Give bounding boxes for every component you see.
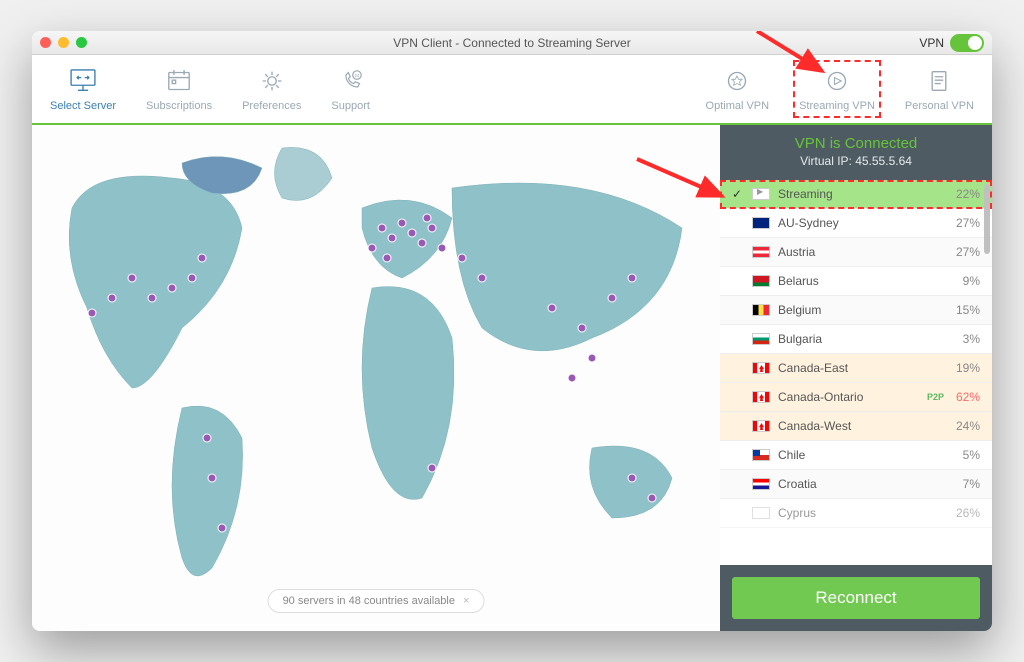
- server-count-text: 90 servers in 48 countries available: [283, 595, 455, 607]
- world-map[interactable]: 90 servers in 48 countries available ×: [32, 125, 720, 631]
- server-load: 15%: [956, 303, 980, 317]
- server-load: 19%: [956, 361, 980, 375]
- server-row[interactable]: Croatia 7%: [720, 470, 992, 499]
- server-name: Canada-Ontario: [778, 390, 919, 404]
- star-badge-icon: [720, 66, 754, 96]
- connection-status: VPN is Connected: [732, 135, 980, 152]
- server-name: Belgium: [778, 303, 948, 317]
- window-title: VPN Client - Connected to Streaming Serv…: [32, 36, 992, 50]
- server-load: 7%: [963, 477, 980, 491]
- check-icon: ✓: [730, 187, 744, 201]
- monitor-icon: [66, 66, 100, 96]
- optimal-vpn-tab[interactable]: Optimal VPN: [706, 66, 770, 112]
- flag-icon: [752, 391, 770, 403]
- streaming-vpn-tab[interactable]: Streaming VPN: [799, 66, 875, 112]
- server-row[interactable]: Canada-West 24%: [720, 412, 992, 441]
- subscriptions-label: Subscriptions: [146, 100, 212, 112]
- personal-vpn-label: Personal VPN: [905, 100, 974, 112]
- server-row[interactable]: Austria 27%: [720, 238, 992, 267]
- server-name: AU-Sydney: [778, 216, 948, 230]
- world-map-svg: [32, 125, 720, 631]
- server-load: 9%: [963, 274, 980, 288]
- vpn-toggle-label: VPN: [919, 36, 944, 50]
- scrollbar[interactable]: [984, 184, 990, 254]
- server-load: 5%: [963, 448, 980, 462]
- virtual-ip: Virtual IP: 45.55.5.64: [732, 154, 980, 168]
- main-body: 90 servers in 48 countries available × V…: [32, 125, 992, 631]
- server-load: 62%: [956, 390, 980, 404]
- fullscreen-window-button[interactable]: [76, 37, 87, 48]
- server-row[interactable]: Chile 5%: [720, 441, 992, 470]
- support-tab[interactable]: 24 Support: [331, 66, 370, 112]
- vpn-master-toggle[interactable]: VPN: [919, 34, 984, 52]
- flag-icon: [752, 449, 770, 461]
- titlebar: VPN Client - Connected to Streaming Serv…: [32, 31, 992, 55]
- toolbar: Select Server Subscriptions Preferences …: [32, 55, 992, 125]
- preferences-label: Preferences: [242, 100, 301, 112]
- flag-icon: [752, 275, 770, 287]
- server-count-pill: 90 servers in 48 countries available ×: [268, 589, 485, 613]
- flag-icon: [752, 478, 770, 490]
- server-load: 24%: [956, 419, 980, 433]
- gear-icon: [255, 66, 289, 96]
- calendar-icon: [162, 66, 196, 96]
- server-name: Cyprus: [778, 506, 948, 520]
- server-row[interactable]: Bulgaria 3%: [720, 325, 992, 354]
- phone-icon: 24: [334, 66, 368, 96]
- server-row[interactable]: Belgium 15%: [720, 296, 992, 325]
- server-name: Canada-West: [778, 419, 948, 433]
- reconnect-button[interactable]: Reconnect: [732, 577, 980, 619]
- optimal-vpn-label: Optimal VPN: [706, 100, 770, 112]
- minimize-window-button[interactable]: [58, 37, 69, 48]
- server-name: Belarus: [778, 274, 955, 288]
- select-server-label: Select Server: [50, 100, 116, 112]
- connection-status-header: VPN is Connected Virtual IP: 45.55.5.64: [720, 125, 992, 180]
- server-row[interactable]: Canada-Ontario P2P 62%: [720, 383, 992, 412]
- close-window-button[interactable]: [40, 37, 51, 48]
- flag-icon: [752, 420, 770, 432]
- server-list[interactable]: ✓ Streaming 22% AU-Sydney 27% Austria 27…: [720, 180, 992, 565]
- server-name: Austria: [778, 245, 948, 259]
- server-row[interactable]: Canada-East 19%: [720, 354, 992, 383]
- close-pill-button[interactable]: ×: [463, 595, 469, 607]
- server-name: Croatia: [778, 477, 955, 491]
- server-sidebar: VPN is Connected Virtual IP: 45.55.5.64 …: [720, 125, 992, 631]
- flag-icon: [752, 304, 770, 316]
- p2p-badge: P2P: [927, 392, 944, 402]
- select-server-tab[interactable]: Select Server: [50, 66, 116, 112]
- server-load: 26%: [956, 506, 980, 520]
- support-label: Support: [331, 100, 370, 112]
- app-window: VPN Client - Connected to Streaming Serv…: [32, 31, 992, 631]
- flag-icon: [752, 333, 770, 345]
- flag-icon: [752, 217, 770, 229]
- flag-icon: [752, 507, 770, 519]
- server-load: 27%: [956, 216, 980, 230]
- server-name: Chile: [778, 448, 955, 462]
- play-circle-icon: [820, 66, 854, 96]
- server-load: 3%: [963, 332, 980, 346]
- server-row[interactable]: AU-Sydney 27%: [720, 209, 992, 238]
- server-row[interactable]: Cyprus 26%: [720, 499, 992, 528]
- server-load: 22%: [956, 187, 980, 201]
- server-name: Bulgaria: [778, 332, 955, 346]
- streaming-icon: [752, 188, 770, 200]
- svg-text:24: 24: [354, 73, 359, 78]
- server-name: Streaming: [778, 187, 948, 201]
- flag-icon: [752, 362, 770, 374]
- flag-icon: [752, 246, 770, 258]
- toggle-switch-icon: [950, 34, 984, 52]
- preferences-tab[interactable]: Preferences: [242, 66, 301, 112]
- server-name: Canada-East: [778, 361, 948, 375]
- window-controls: [40, 37, 87, 48]
- personal-vpn-tab[interactable]: Personal VPN: [905, 66, 974, 112]
- subscriptions-tab[interactable]: Subscriptions: [146, 66, 212, 112]
- server-load: 27%: [956, 245, 980, 259]
- server-row[interactable]: Belarus 9%: [720, 267, 992, 296]
- document-icon: [922, 66, 956, 96]
- server-row-streaming[interactable]: ✓ Streaming 22%: [720, 180, 992, 209]
- streaming-vpn-label: Streaming VPN: [799, 100, 875, 112]
